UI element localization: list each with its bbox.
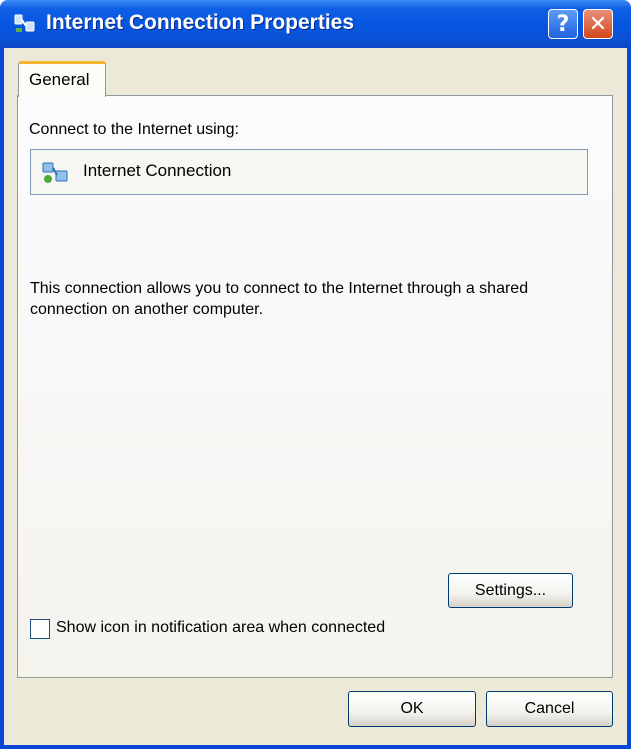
connect-using-label: Connect to the Internet using: xyxy=(29,121,239,138)
settings-button[interactable]: Settings... xyxy=(448,573,573,608)
connection-description: This connection allows you to connect to… xyxy=(30,280,529,318)
dialog-body: General Connect to the Internet using: I… xyxy=(4,48,627,745)
window-title: Internet Connection Properties xyxy=(46,11,355,34)
ok-button[interactable]: OK xyxy=(348,691,476,727)
title-bar[interactable]: Internet Connection Properties ? ✕ xyxy=(0,0,631,48)
connection-field: Internet Connection xyxy=(30,149,588,195)
connection-name: Internet Connection xyxy=(83,161,232,180)
network-connection-icon xyxy=(42,162,68,183)
help-button[interactable]: ? xyxy=(548,9,578,39)
close-button[interactable]: ✕ xyxy=(583,9,613,39)
tab-general[interactable]: General xyxy=(18,61,106,97)
network-connection-icon xyxy=(14,14,35,32)
show-icon-checkbox[interactable] xyxy=(30,619,50,639)
show-icon-label[interactable]: Show icon in notification area when conn… xyxy=(56,619,385,637)
dialog-window: Internet Connection Properties ? ✕ Gener… xyxy=(0,0,631,749)
cancel-button[interactable]: Cancel xyxy=(486,691,613,727)
tab-general-label: General xyxy=(29,70,90,89)
